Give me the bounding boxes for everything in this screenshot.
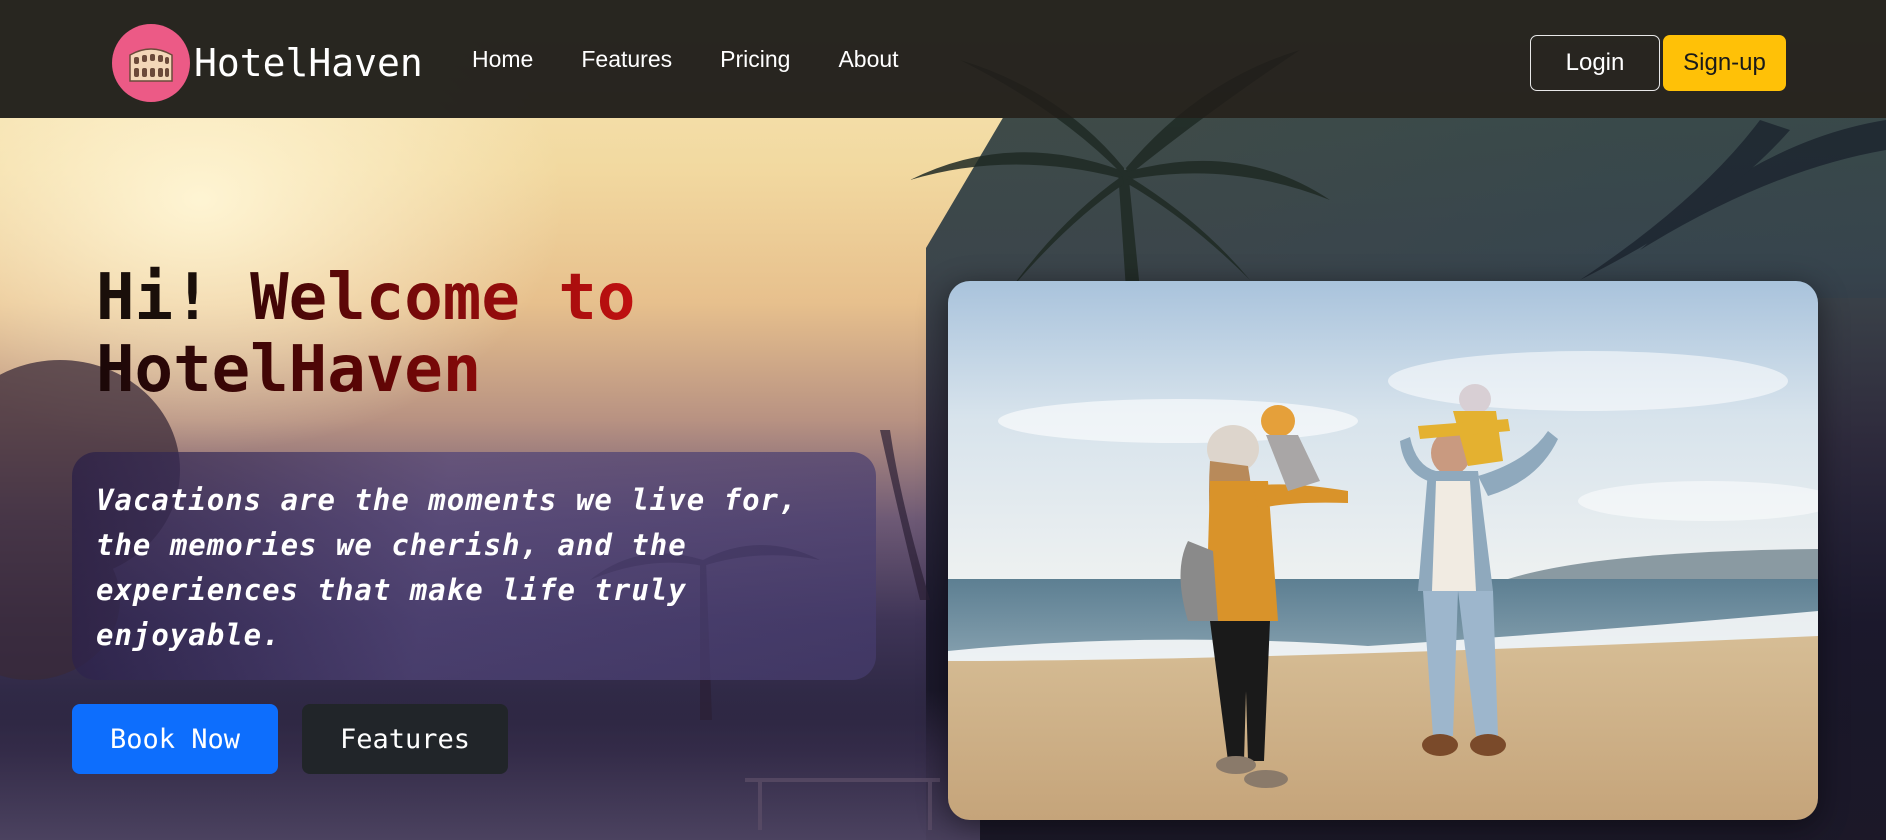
brand[interactable]: HotelHaven (112, 24, 423, 102)
brand-name: HotelHaven (194, 41, 423, 85)
nav-link-features[interactable]: Features (581, 46, 672, 73)
navbar: HotelHaven Home Features Pricing About L… (0, 0, 1886, 118)
quote-card: Vacations are the moments we live for, t… (72, 452, 876, 680)
hero-title-welcome: Welcome to (250, 261, 636, 335)
colosseum-icon (112, 24, 190, 102)
features-button[interactable]: Features (302, 704, 508, 774)
family-beach-photo (948, 281, 1818, 820)
nav-links: Home Features Pricing About (472, 0, 947, 118)
hero-title-brand: HotelHaven (96, 333, 482, 407)
book-now-button[interactable]: Book Now (72, 704, 278, 774)
quote-text: Vacations are the moments we live for, t… (96, 483, 798, 652)
hero-title: Hi! Welcome to HotelHaven (96, 262, 796, 406)
nav-link-about[interactable]: About (838, 46, 898, 73)
signup-button[interactable]: Sign-up (1663, 35, 1786, 91)
hero-title-greeting: Hi! (96, 261, 251, 335)
nav-link-pricing[interactable]: Pricing (720, 46, 790, 73)
login-button[interactable]: Login (1530, 35, 1660, 91)
nav-link-home[interactable]: Home (472, 46, 533, 73)
